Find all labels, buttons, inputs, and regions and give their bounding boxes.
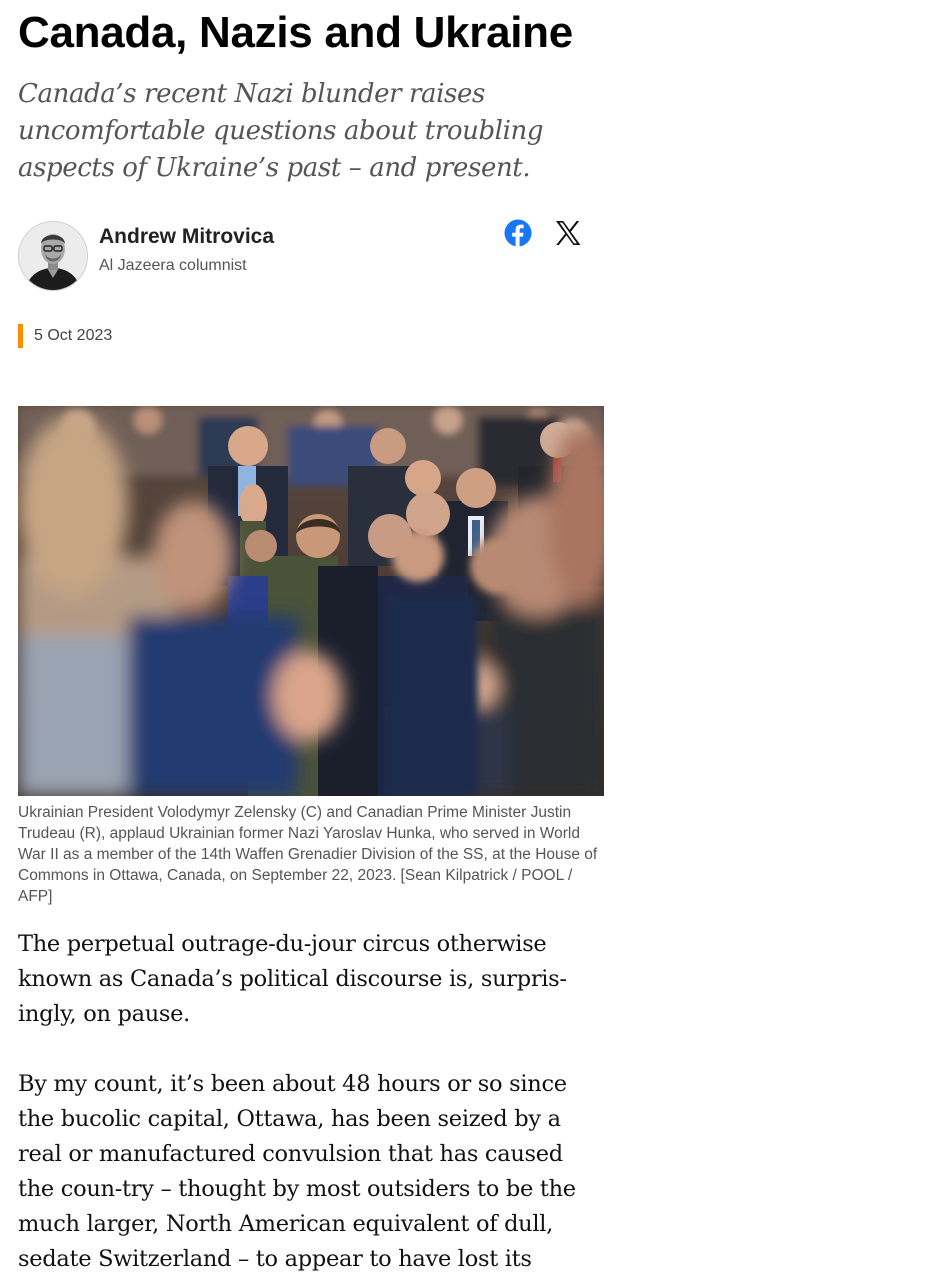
article-subheadline: Canada’s recent Nazi blunder raises unco… bbox=[18, 79, 544, 183]
article-paragraph: By my count, it’s been about 48 hours or… bbox=[18, 1071, 576, 1272]
date-accent-bar bbox=[18, 324, 23, 348]
facebook-icon[interactable] bbox=[504, 219, 532, 247]
article-headline: Canada, Nazis and Ukraine bbox=[18, 8, 573, 57]
publish-date: 5 Oct 2023 bbox=[18, 324, 604, 348]
article-paragraph: The perpetual outrage-du-jour circus oth… bbox=[18, 931, 567, 1027]
article: Canada, Nazis and Ukraine Canada’s recen… bbox=[18, 0, 604, 1280]
author-byline: Andrew Mitrovica Al Jazeera columnist bbox=[18, 219, 604, 291]
author-avatar[interactable] bbox=[18, 221, 88, 291]
article-photo[interactable] bbox=[18, 406, 604, 796]
share-buttons bbox=[504, 219, 582, 247]
publish-date-text: 5 Oct 2023 bbox=[34, 327, 113, 344]
x-twitter-icon[interactable] bbox=[554, 219, 582, 247]
image-caption: Ukrainian President Volodymyr Zelensky (… bbox=[18, 804, 598, 905]
author-portrait-image bbox=[19, 222, 87, 290]
article-figure: Ukrainian President Volodymyr Zelensky (… bbox=[18, 406, 604, 907]
author-name-link[interactable]: Andrew Mitrovica bbox=[99, 225, 274, 249]
author-role: Al Jazeera columnist bbox=[99, 257, 247, 274]
